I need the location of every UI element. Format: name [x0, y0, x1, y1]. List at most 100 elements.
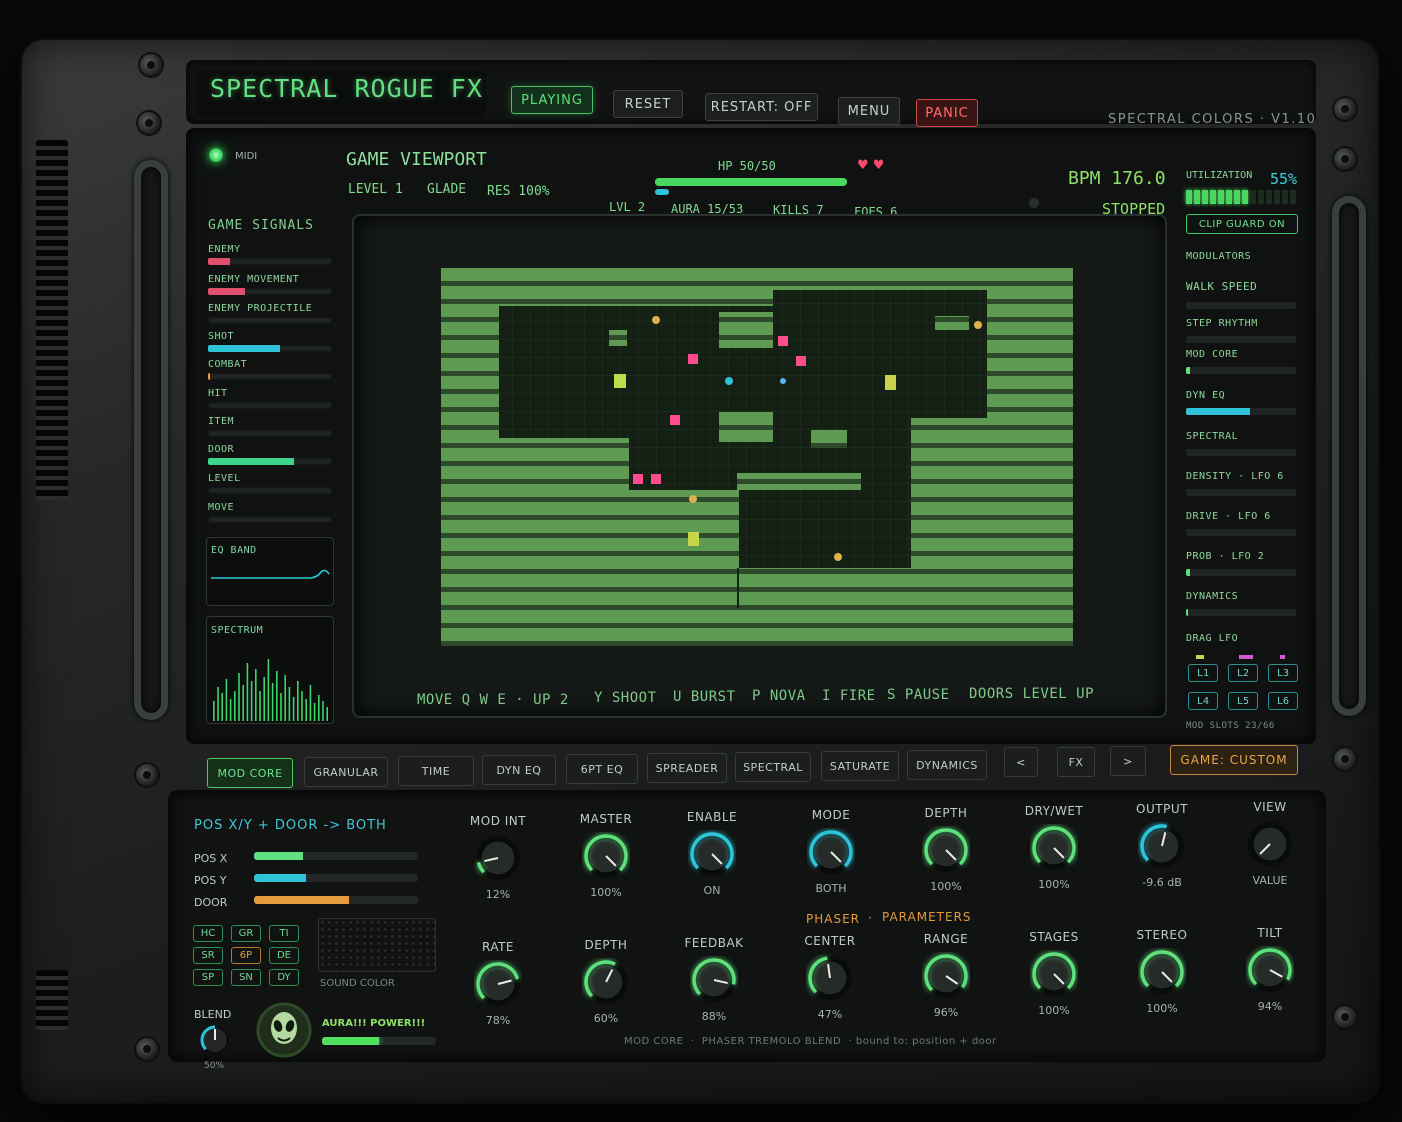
- knob-stages[interactable]: STAGES 100%: [1008, 930, 1100, 1017]
- game-map[interactable]: [441, 268, 1073, 646]
- knob-mod-int[interactable]: MOD INT 12%: [452, 814, 544, 901]
- knob-dial[interactable]: [1138, 948, 1186, 996]
- knob-control[interactable]: [900, 826, 992, 874]
- modulator-bar[interactable]: [1186, 529, 1296, 536]
- lfo-slot-l3[interactable]: L3: [1268, 664, 1298, 682]
- alien-icon[interactable]: [256, 1002, 312, 1058]
- next-button[interactable]: >: [1110, 746, 1146, 776]
- knob-feedbak[interactable]: FEEDBAK 88%: [668, 936, 760, 1023]
- knob-dial[interactable]: [1030, 950, 1078, 998]
- knob-mode[interactable]: MODE BOTH: [785, 808, 877, 895]
- pos-label: POS Y: [194, 874, 227, 887]
- knob-dial[interactable]: [1138, 822, 1186, 870]
- quick-button-sp[interactable]: SP: [193, 969, 223, 986]
- knob-range[interactable]: RANGE 96%: [900, 932, 992, 1019]
- panic-button[interactable]: PANIC: [916, 99, 978, 127]
- walk-speed-bar[interactable]: [1186, 302, 1296, 309]
- knob-dial[interactable]: [922, 826, 970, 874]
- game-preset-button[interactable]: GAME: CUSTOM: [1170, 745, 1298, 775]
- reset-button[interactable]: RESET: [613, 90, 683, 118]
- lfo-slot-l2[interactable]: L2: [1228, 664, 1258, 682]
- knob-enable[interactable]: ENABLE ON: [666, 810, 758, 897]
- tab-spreader[interactable]: SPREADER: [647, 753, 727, 783]
- knob-control[interactable]: [452, 834, 544, 882]
- sound-color-pad[interactable]: [318, 918, 436, 972]
- knob-control[interactable]: [1224, 946, 1316, 994]
- modulator-bar[interactable]: [1186, 408, 1296, 415]
- knob-control[interactable]: [668, 956, 760, 1004]
- tab-dyn-eq[interactable]: DYN EQ: [482, 755, 556, 785]
- quick-button-sn[interactable]: SN: [231, 969, 261, 986]
- modulator-bar[interactable]: [1186, 609, 1296, 616]
- playing-button[interactable]: PLAYING: [511, 86, 593, 114]
- knob-depth[interactable]: DEPTH 100%: [900, 806, 992, 893]
- knob-control[interactable]: [560, 958, 652, 1006]
- knob-control[interactable]: [784, 954, 876, 1002]
- knob-control[interactable]: [900, 952, 992, 1000]
- tab-dynamics[interactable]: DYNAMICS: [907, 750, 987, 780]
- knob-control[interactable]: [560, 832, 652, 880]
- knob-dial[interactable]: [1246, 820, 1294, 868]
- knob-center[interactable]: CENTER 47%: [784, 934, 876, 1021]
- quick-button-hc[interactable]: HC: [193, 925, 223, 942]
- knob-dial[interactable]: [474, 960, 522, 1008]
- knob-control[interactable]: [666, 830, 758, 878]
- tab-6pt-eq[interactable]: 6PT EQ: [566, 754, 638, 784]
- knob-output[interactable]: OUTPUT -9.6 dB: [1116, 802, 1208, 889]
- knob-master[interactable]: MASTER 100%: [560, 812, 652, 899]
- knob-control[interactable]: [1008, 950, 1100, 998]
- tab-saturate[interactable]: SATURATE: [821, 751, 899, 781]
- knob-tilt[interactable]: TILT 94%: [1224, 926, 1316, 1013]
- knob-dial[interactable]: [1030, 824, 1078, 872]
- knob-rate[interactable]: RATE 78%: [452, 940, 544, 1027]
- tab-mod-core[interactable]: MOD CORE: [207, 758, 293, 788]
- knob-control[interactable]: [1116, 822, 1208, 870]
- modulator-bar[interactable]: [1186, 336, 1296, 343]
- modulator-bar[interactable]: [1186, 569, 1296, 576]
- knob-dial[interactable]: [922, 952, 970, 1000]
- control-hint: P NOVA: [752, 688, 806, 704]
- knob-control[interactable]: [1116, 948, 1208, 996]
- knob-dial[interactable]: [474, 834, 522, 882]
- lfo-slot-l4[interactable]: L4: [1188, 692, 1218, 710]
- knob-control[interactable]: [452, 960, 544, 1008]
- tab-spectral[interactable]: SPECTRAL: [735, 752, 811, 782]
- knob-dial[interactable]: [806, 954, 854, 1002]
- knob-dial[interactable]: [807, 828, 855, 876]
- knob-depth[interactable]: DEPTH 60%: [560, 938, 652, 1025]
- tab-granular[interactable]: GRANULAR: [304, 757, 388, 787]
- knob-dry-wet[interactable]: DRY/WET 100%: [1008, 804, 1100, 891]
- knob-view[interactable]: VIEW VALUE: [1224, 800, 1316, 887]
- quick-button-sr[interactable]: SR: [193, 947, 223, 964]
- knob-control[interactable]: [1008, 824, 1100, 872]
- modulator-bar[interactable]: [1186, 449, 1296, 456]
- knob-stereo[interactable]: STEREO 100%: [1116, 928, 1208, 1015]
- menu-button[interactable]: MENU: [838, 97, 900, 125]
- blend-knob[interactable]: [199, 1024, 231, 1056]
- knob-dial[interactable]: [688, 830, 736, 878]
- knob-dial[interactable]: [582, 832, 630, 880]
- knob-dial[interactable]: [582, 958, 630, 1006]
- knob-label: STEREO: [1136, 928, 1188, 942]
- quick-button-ti[interactable]: TI: [269, 925, 299, 942]
- modulator-bar[interactable]: [1186, 367, 1296, 374]
- knob-control[interactable]: [1224, 820, 1316, 868]
- tab-time[interactable]: TIME: [398, 756, 474, 786]
- knob-dial[interactable]: [1246, 946, 1294, 994]
- quick-button-de[interactable]: DE: [269, 947, 299, 964]
- spectrum-bar: [326, 707, 328, 721]
- fx-button[interactable]: FX: [1057, 747, 1095, 777]
- modulator-bar[interactable]: [1186, 489, 1296, 496]
- knob-control[interactable]: [785, 828, 877, 876]
- restart-button[interactable]: RESTART: OFF: [705, 93, 818, 121]
- prev-button[interactable]: <: [1004, 747, 1038, 777]
- power-meter: [322, 1037, 436, 1045]
- quick-button-gr[interactable]: GR: [231, 925, 261, 942]
- clip-guard-toggle[interactable]: CLIP GUARD ON: [1186, 214, 1298, 234]
- quick-button-dy[interactable]: DY: [269, 969, 299, 986]
- knob-dial[interactable]: [690, 956, 738, 1004]
- lfo-slot-l5[interactable]: L5: [1228, 692, 1258, 710]
- quick-button-6p[interactable]: 6P: [231, 947, 261, 964]
- lfo-slot-l6[interactable]: L6: [1268, 692, 1298, 710]
- lfo-slot-l1[interactable]: L1: [1188, 664, 1218, 682]
